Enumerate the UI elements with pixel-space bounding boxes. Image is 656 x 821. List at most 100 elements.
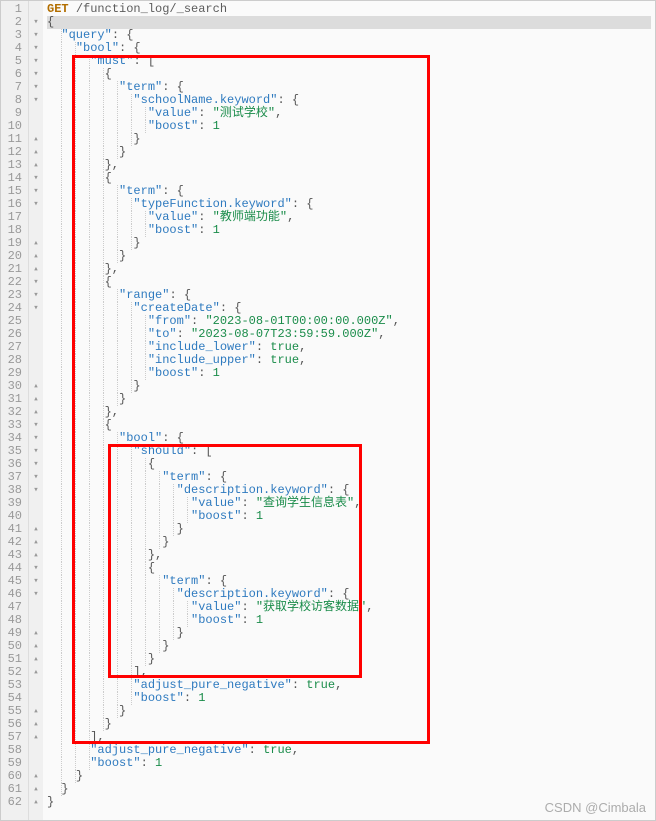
token-kw: true xyxy=(263,743,292,757)
fold-close-icon: ▴ xyxy=(29,666,43,679)
fold-blank xyxy=(29,744,43,757)
fold-blank xyxy=(29,224,43,237)
code-line[interactable]: } xyxy=(47,250,651,263)
token-punct: , xyxy=(299,353,306,367)
token-punct: , xyxy=(299,340,306,354)
indent-guide xyxy=(145,367,146,380)
code-line[interactable]: } xyxy=(47,718,651,731)
code-line[interactable]: } xyxy=(47,770,651,783)
code-line[interactable]: } xyxy=(47,796,651,809)
indent-guide xyxy=(173,627,174,640)
code-line[interactable]: } xyxy=(47,393,651,406)
fold-open-icon: ▾ xyxy=(29,29,43,42)
fold-close-icon: ▴ xyxy=(29,250,43,263)
code-line[interactable]: } xyxy=(47,146,651,159)
fold-blank xyxy=(29,120,43,133)
fold-open-icon: ▾ xyxy=(29,289,43,302)
token-punct: ], xyxy=(90,730,104,744)
code-editor[interactable]: 1234567891011121314151617181920212223242… xyxy=(0,0,656,821)
token-punct: : xyxy=(249,743,263,757)
token-key: "bool" xyxy=(76,41,119,55)
token-sp xyxy=(47,119,148,133)
line-number: 62 xyxy=(3,796,22,809)
token-num: 1 xyxy=(213,223,220,237)
token-punct: , xyxy=(354,496,361,510)
token-key: "bool" xyxy=(119,431,162,445)
code-line[interactable]: }, xyxy=(47,159,651,172)
token-punct: : { xyxy=(292,197,314,211)
fold-close-icon: ▴ xyxy=(29,627,43,640)
code-area[interactable]: GET /function_log/_search{ "query": { "b… xyxy=(43,1,655,820)
token-sp xyxy=(47,483,177,497)
token-punct: : { xyxy=(328,587,350,601)
indent-guide xyxy=(145,120,146,133)
token-key: "to" xyxy=(148,327,177,341)
token-sp xyxy=(47,509,191,523)
token-punct: , xyxy=(366,600,373,614)
token-punct: : { xyxy=(162,431,184,445)
code-line[interactable]: } xyxy=(47,237,651,250)
token-sp xyxy=(47,444,133,458)
fold-close-icon: ▴ xyxy=(29,523,43,536)
token-str: "测试学校" xyxy=(213,106,275,120)
token-sp xyxy=(47,145,119,159)
fold-close-icon: ▴ xyxy=(29,406,43,419)
token-punct: { xyxy=(148,561,155,575)
token-sp xyxy=(47,678,133,692)
indent-guide xyxy=(145,224,146,237)
token-punct: }, xyxy=(148,548,162,562)
token-key: "boost" xyxy=(148,119,198,133)
token-punct: : { xyxy=(162,80,184,94)
token-num: 1 xyxy=(213,119,220,133)
code-line[interactable]: }, xyxy=(47,406,651,419)
fold-open-icon: ▾ xyxy=(29,68,43,81)
indent-guide xyxy=(173,523,174,536)
code-line[interactable]: "boost": 1 xyxy=(47,757,651,770)
token-punct: }, xyxy=(105,405,119,419)
fold-close-icon: ▴ xyxy=(29,770,43,783)
token-punct: } xyxy=(76,769,83,783)
fold-open-icon: ▾ xyxy=(29,16,43,29)
token-punct: } xyxy=(119,145,126,159)
code-line[interactable]: "boost": 1 xyxy=(47,692,651,705)
token-punct: ], xyxy=(133,665,147,679)
token-key: "typeFunction.keyword" xyxy=(133,197,291,211)
token-sp xyxy=(47,366,148,380)
fold-open-icon: ▾ xyxy=(29,55,43,68)
token-key: "value" xyxy=(191,600,241,614)
indent-guide xyxy=(187,614,188,627)
code-line[interactable]: GET /function_log/_search xyxy=(47,3,651,16)
fold-open-icon: ▾ xyxy=(29,185,43,198)
token-punct: , xyxy=(393,314,400,328)
code-line[interactable]: }, xyxy=(47,263,651,276)
token-punct: : xyxy=(256,353,270,367)
token-sp xyxy=(47,80,119,94)
fold-blank xyxy=(29,510,43,523)
token-str: "2023-08-07T23:59:59.000Z" xyxy=(191,327,378,341)
code-line[interactable]: "must": [ xyxy=(47,55,651,68)
code-line[interactable]: } xyxy=(47,380,651,393)
token-sp xyxy=(47,691,133,705)
fold-open-icon: ▾ xyxy=(29,575,43,588)
fold-open-icon: ▾ xyxy=(29,172,43,185)
token-punct: } xyxy=(148,652,155,666)
code-line[interactable]: } xyxy=(47,705,651,718)
code-line[interactable]: } xyxy=(47,133,651,146)
token-punct: : { xyxy=(162,184,184,198)
token-key: "adjust_pure_negative" xyxy=(90,743,248,757)
token-sp xyxy=(47,652,148,666)
token-key: "include_lower" xyxy=(148,340,256,354)
token-key: "description.keyword" xyxy=(177,587,328,601)
fold-blank xyxy=(29,354,43,367)
code-line[interactable]: { xyxy=(47,16,651,29)
token-sp xyxy=(47,561,148,575)
token-punct: : xyxy=(241,613,255,627)
token-punct: } xyxy=(177,522,184,536)
token-punct: } xyxy=(105,717,112,731)
token-punct: : { xyxy=(169,288,191,302)
token-punct: } xyxy=(133,132,140,146)
token-punct: , xyxy=(275,106,282,120)
code-line[interactable]: } xyxy=(47,783,651,796)
token-sp xyxy=(47,327,148,341)
token-num: 1 xyxy=(198,691,205,705)
